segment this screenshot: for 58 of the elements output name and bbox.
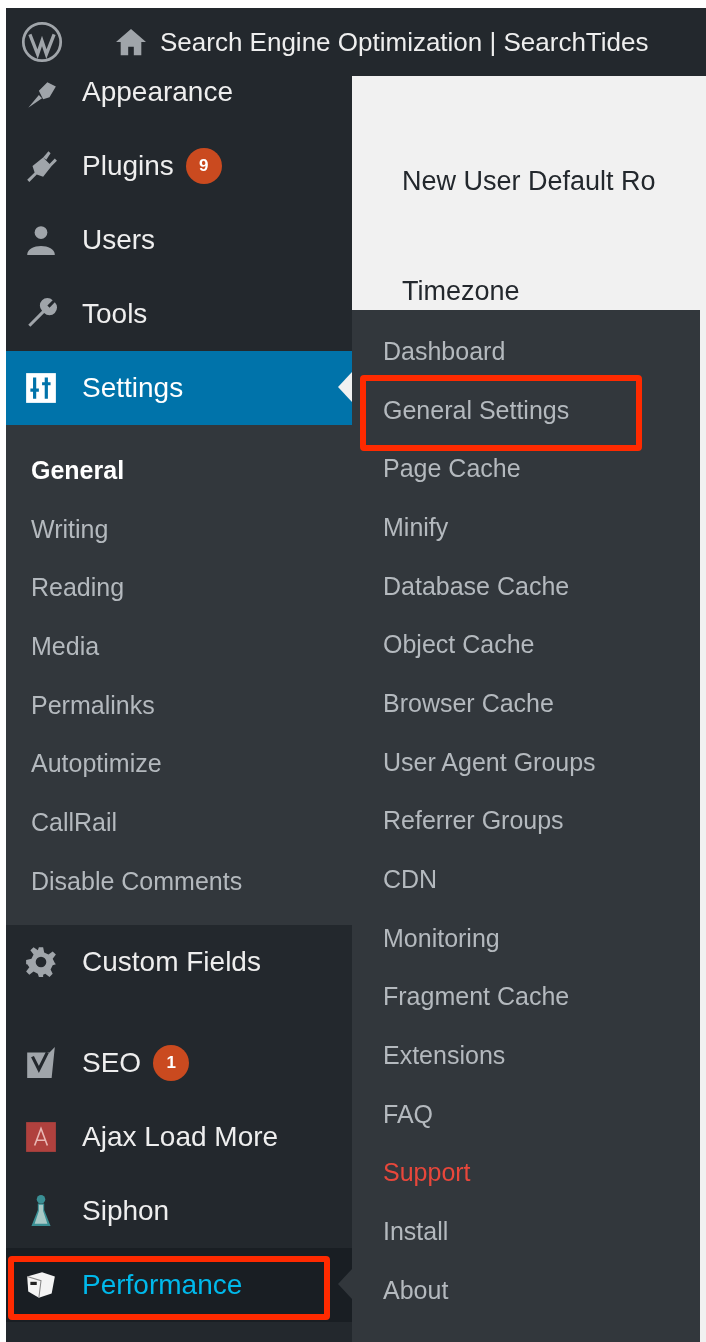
menu-label: Siphon (82, 1194, 170, 1227)
flyout-item[interactable]: Dashboard (352, 322, 700, 381)
menu-item[interactable]: Plugins 9 (6, 129, 352, 203)
menu-item[interactable]: Custom Fields (6, 924, 352, 999)
flyout-item[interactable]: FAQ (352, 1084, 700, 1144)
home-icon[interactable] (114, 27, 148, 57)
flyout-item[interactable]: Install (352, 1202, 700, 1261)
pointer-icon (338, 372, 352, 402)
menu-label: Plugins (82, 150, 174, 182)
menu-item[interactable]: Users (6, 203, 352, 277)
flyout-item[interactable]: Extensions (352, 1026, 700, 1085)
flyout-item[interactable]: Referrer Groups (352, 791, 700, 851)
submenu-item[interactable]: Writing (6, 499, 352, 559)
menu-item[interactable]: Ajax Load More (6, 1099, 352, 1174)
flyout-item[interactable]: Fragment Cache (352, 967, 700, 1027)
update-count: 9 (185, 148, 222, 184)
menu-label: Appearance (82, 76, 233, 108)
submenu-item[interactable]: Disable Comments (6, 851, 352, 911)
flyout-item[interactable]: Object Cache (352, 615, 700, 675)
shield-icon (24, 1045, 58, 1080)
menu-item[interactable]: Tools (6, 277, 352, 351)
wordpress-logo-icon[interactable] (20, 20, 64, 64)
menu-item[interactable]: SEO 1 (6, 1025, 352, 1100)
menu-item[interactable]: Siphon (6, 1173, 352, 1248)
gear-icon (24, 944, 58, 979)
flyout-item[interactable]: CDN (352, 850, 700, 909)
menu-label: Settings (82, 372, 184, 404)
flyout-item[interactable]: Database Cache (352, 556, 700, 616)
site-title[interactable]: Search Engine Optimization | SearchTides (160, 26, 649, 58)
submenu-item[interactable]: Permalinks (6, 675, 352, 735)
menu-label: Tools (82, 298, 148, 330)
menu-label: SEO (82, 1046, 142, 1079)
menu-label: Ajax Load More (82, 1120, 279, 1153)
menu-label: Performance (82, 1268, 243, 1301)
flyout-item[interactable]: Support (352, 1143, 700, 1203)
update-count: 1 (153, 1044, 190, 1081)
user-icon (24, 223, 58, 257)
menu-item[interactable]: Settings (6, 351, 352, 425)
submenu-item[interactable]: Media (6, 617, 352, 676)
submenu-item[interactable]: General (6, 441, 352, 500)
field-label: Timezone (402, 276, 520, 307)
flyout-item[interactable]: Page Cache (352, 439, 700, 499)
menu-item[interactable]: Performance (6, 1247, 352, 1322)
flyout-item[interactable]: Monitoring (352, 908, 700, 968)
flyout-item[interactable]: Minify (352, 498, 700, 557)
menu-label: Users (82, 224, 156, 256)
flyout-item[interactable]: User Agent Groups (352, 732, 700, 792)
flyout-item[interactable]: About (352, 1261, 700, 1320)
menu-item[interactable]: Appearance (6, 76, 352, 129)
menu-label: Custom Fields (82, 945, 261, 978)
field-label: New User Default Ro (402, 166, 656, 197)
flyout-item[interactable]: General Settings (352, 380, 700, 440)
settings-icon (24, 371, 58, 405)
submenu-item[interactable]: Autoptimize (6, 734, 352, 794)
flyout-item[interactable]: Browser Cache (352, 674, 700, 733)
submenu-item[interactable]: Reading (6, 558, 352, 618)
submenu-item[interactable]: CallRail (6, 793, 352, 852)
square-icon (24, 1119, 58, 1154)
